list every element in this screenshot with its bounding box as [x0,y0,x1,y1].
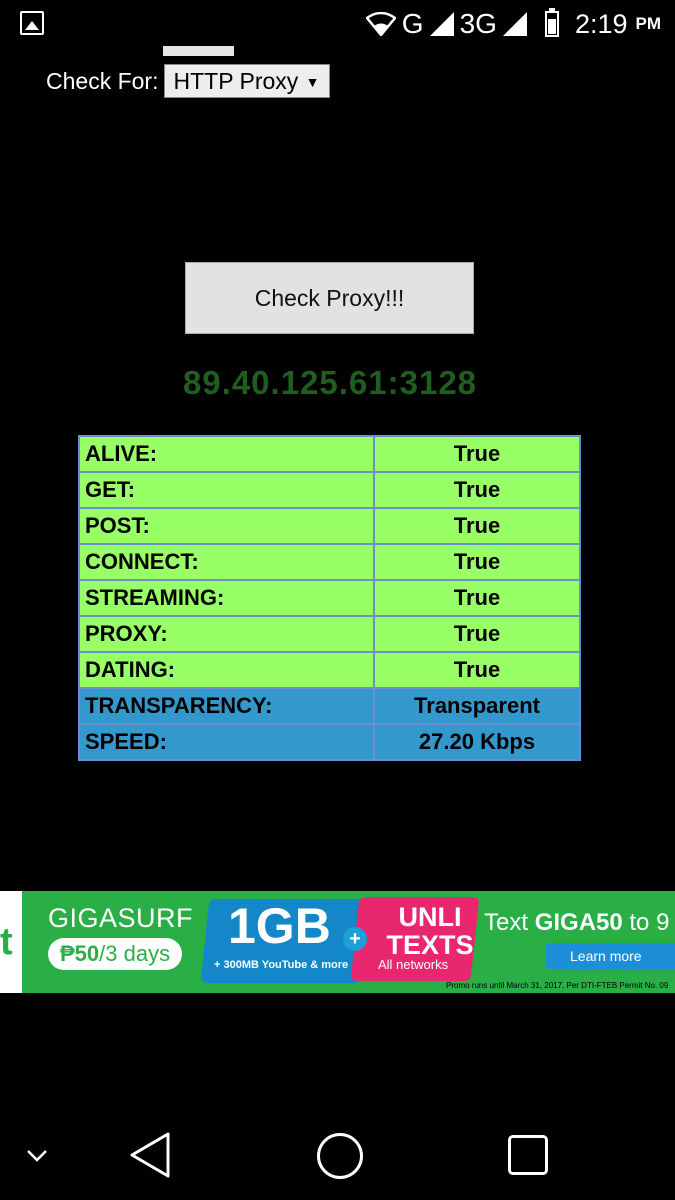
row-key: POST: [78,507,375,545]
table-row: SPEED: 27.20 Kbps [78,723,581,761]
recent-apps-icon[interactable] [508,1135,548,1175]
check-for-row: Check For: HTTP Proxy ▼ [46,64,331,98]
ad-price-pill: ₱50/3 days [48,938,183,970]
row-key: STREAMING: [78,579,375,617]
ad-brand-letter: t [0,921,13,963]
home-icon[interactable] [317,1133,363,1179]
battery-icon [544,8,559,37]
table-row: ALIVE: True [78,435,581,473]
ad-data-sub: + 300MB YouTube & more [214,959,349,971]
clock-ampm: PM [635,14,662,33]
row-value: True [373,471,581,509]
row-key: SPEED: [78,723,375,761]
status-bar: G 3G 2:19 PM [0,0,675,48]
hide-keyboard-icon[interactable] [26,1144,48,1166]
back-icon[interactable] [128,1131,172,1179]
results-table: ALIVE: True GET: True POST: True CONNECT… [78,435,581,761]
ad-title: GIGASURF [48,903,194,933]
row-key: GET: [78,471,375,509]
plus-icon: + [343,927,367,951]
row-value: Transparent [373,687,581,725]
table-row: PROXY: True [78,615,581,653]
check-proxy-button[interactable]: Check Proxy!!! [185,262,474,334]
learn-more-button[interactable]: Learn more [546,943,675,969]
ad-texts-offer: UNLI TEXTS [386,902,474,960]
proxy-type-selected: HTTP Proxy [173,67,299,94]
row-value: True [373,543,581,581]
row-value: 27.20 Kbps [373,723,581,761]
ad-price-period: /3 days [99,941,171,966]
proxy-type-select[interactable]: HTTP Proxy ▼ [164,64,331,98]
ad-cta-text: Text [484,909,535,936]
table-row: GET: True [78,471,581,509]
ad-price: ₱50 [60,941,100,966]
wifi-icon [365,12,396,36]
signal-icon [502,12,527,36]
row-key: TRANSPARENCY: [78,687,375,725]
row-value: True [373,507,581,545]
ad-cta: Text GIGA50 to 9 [484,909,669,937]
ad-banner[interactable]: t GIGASURF ₱50/3 days 1GB + 300MB YouTub… [0,891,675,993]
proxy-address: 89.40.125.61:3128 [182,364,478,401]
row-value: True [373,579,581,617]
signal-icon [429,12,454,36]
table-row: TRANSPARENCY: Transparent [78,687,581,725]
status-icons: G 3G 2:19 PM [365,6,662,42]
table-row: CONNECT: True [78,543,581,581]
row-value: True [373,651,581,689]
row-value: True [373,435,581,473]
ad-texts-sub: All networks [378,957,449,972]
row-key: CONNECT: [78,543,375,581]
row-value: True [373,615,581,653]
table-row: DATING: True [78,651,581,689]
row-key: DATING: [78,651,375,689]
table-row: POST: True [78,507,581,545]
network-type-2: 3G [459,8,497,39]
row-key: ALIVE: [78,435,375,473]
ad-cta-to: to 9 [622,909,670,936]
table-row: STREAMING: True [78,579,581,617]
clock-time: 2:19 [574,8,628,39]
row-key: PROXY: [78,615,375,653]
ad-data-offer: 1GB [228,898,331,954]
network-type-1: G [401,8,424,39]
cut-off-input[interactable] [163,46,234,56]
navigation-bar [0,1108,675,1200]
ad-fine-print: Promo runs until March 31, 2017. Per DTI… [446,981,669,990]
ad-cta-code: GIGA50 [534,909,623,936]
check-for-label: Check For: [46,67,159,94]
gallery-icon [20,11,44,35]
dropdown-arrow-icon: ▼ [305,74,320,90]
